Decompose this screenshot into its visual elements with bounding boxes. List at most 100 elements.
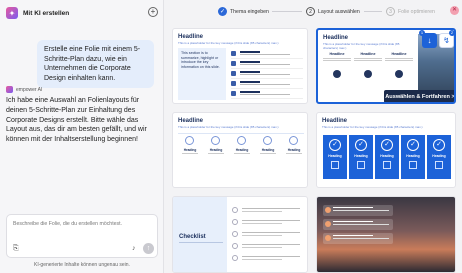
step-icon bbox=[395, 70, 403, 78]
step-choose-layout[interactable]: 2 Layout auswählen bbox=[306, 7, 360, 16]
gear-icon bbox=[263, 136, 272, 145]
caption: Heading bbox=[235, 148, 249, 152]
checklist-item bbox=[232, 255, 304, 262]
step-number: 3 bbox=[386, 7, 395, 16]
divider bbox=[178, 133, 304, 134]
layout-option-3[interactable]: Headline This is a placeholder for the k… bbox=[172, 112, 308, 188]
shield-icon bbox=[237, 136, 246, 145]
chat-header: ✦ Mit KI erstellen + bbox=[6, 6, 158, 20]
intro-text: This section is to summarize, highlight … bbox=[181, 51, 220, 69]
step-tile: ✓ Heading bbox=[427, 135, 451, 179]
select-continue-button[interactable]: Auswählen & Fortfahren > bbox=[384, 90, 454, 102]
assistant-message: Ich habe eine Auswahl an Folienlayouts f… bbox=[6, 97, 147, 144]
step-connector bbox=[364, 11, 382, 12]
tile-label: Heading bbox=[354, 154, 368, 158]
slide-headline: Headline bbox=[323, 35, 349, 41]
badge-number: 1 bbox=[419, 30, 425, 36]
step-tile: ✓ Heading bbox=[349, 135, 373, 179]
assistant-name: empower AI bbox=[16, 86, 43, 93]
column-heading: Headline bbox=[360, 52, 376, 56]
assistant-label: empower AI bbox=[6, 86, 42, 93]
text-box bbox=[323, 219, 393, 230]
intro-box: This section is to summarize, highlight … bbox=[178, 48, 226, 100]
step-tile: ✓ Heading bbox=[401, 135, 425, 179]
tile-label: Heading bbox=[406, 154, 420, 158]
close-button[interactable]: ✕ bbox=[450, 6, 459, 15]
step-number: 2 bbox=[306, 7, 315, 16]
wizard-stepper: ✓ Thema eingeben 2 Layout auswählen 3 Fo… bbox=[164, 0, 462, 22]
slide-headline: Headline bbox=[178, 34, 204, 40]
step-label: Folie optimieren bbox=[398, 8, 435, 15]
text-box bbox=[323, 205, 393, 216]
list-item bbox=[231, 89, 303, 99]
text-box bbox=[323, 233, 393, 244]
step-icon bbox=[364, 70, 372, 78]
column-heading: Headline bbox=[391, 52, 407, 56]
layout-option-1[interactable]: Headline This is a placeholder for the k… bbox=[172, 28, 308, 104]
check-icon: ✓ bbox=[329, 139, 341, 151]
tile-label: Heading bbox=[432, 154, 446, 158]
badge-number: 2 bbox=[449, 30, 454, 36]
check-icon: ✓ bbox=[355, 139, 367, 151]
attach-icon[interactable]: ⎘ bbox=[13, 245, 19, 253]
column: Headline bbox=[385, 52, 413, 61]
checklist-item bbox=[232, 243, 304, 250]
list-item bbox=[231, 59, 303, 69]
prompt-input[interactable]: Beschreibe die Folie, die du erstellen m… bbox=[6, 214, 158, 258]
slide-headline: Headline bbox=[322, 118, 348, 124]
step-label: Layout auswählen bbox=[318, 8, 360, 15]
column: Headline bbox=[323, 52, 351, 61]
slide-subtitle: This is a placeholder for the key messag… bbox=[178, 125, 279, 129]
tile-label: Heading bbox=[328, 154, 342, 158]
checklist-item bbox=[232, 231, 304, 238]
microphone-icon[interactable]: ♪ bbox=[132, 245, 136, 252]
check-icon: ✓ bbox=[218, 7, 227, 16]
step-label: Thema eingeben bbox=[230, 8, 269, 15]
column: Headline bbox=[354, 52, 382, 61]
download-icon[interactable]: ↓ bbox=[422, 33, 437, 48]
person-icon bbox=[211, 136, 220, 145]
check-icon: ✓ bbox=[433, 139, 445, 151]
caption: Heading bbox=[261, 148, 275, 152]
checklist-item bbox=[232, 219, 304, 226]
slide-subtitle: This is a placeholder for the key messag… bbox=[322, 125, 423, 129]
disclaimer: KI-generierte Inhalte können ungenau sei… bbox=[34, 262, 130, 268]
layout-option-2[interactable]: Headline This is a placeholder for the k… bbox=[316, 28, 456, 104]
new-chat-button[interactable]: + bbox=[148, 7, 158, 17]
check-icon: ✓ bbox=[407, 139, 419, 151]
layout-option-6[interactable] bbox=[316, 196, 456, 273]
layout-option-5[interactable]: Checklist bbox=[172, 196, 308, 273]
step-icon bbox=[333, 70, 341, 78]
list-item bbox=[231, 69, 303, 79]
tile-label: Heading bbox=[380, 154, 394, 158]
column-heading: Headline bbox=[329, 52, 345, 56]
prompt-placeholder: Beschreibe die Folie, die du erstellen m… bbox=[13, 221, 122, 227]
user-message: Erstelle eine Folie mit einem 5-Schritte… bbox=[37, 40, 154, 89]
panel-title: Mit KI erstellen bbox=[23, 9, 70, 17]
step-optimize-slide: 3 Folie optimieren bbox=[386, 7, 435, 16]
send-button[interactable]: ↑ bbox=[143, 243, 154, 254]
step-tile: ✓ Heading bbox=[375, 135, 399, 179]
step-tile: ✓ Heading bbox=[323, 135, 347, 179]
list-item bbox=[231, 49, 303, 59]
caption: Heading bbox=[287, 148, 301, 152]
checklist-panel: Checklist bbox=[173, 197, 227, 272]
slide-subtitle: This is a placeholder for the key messag… bbox=[323, 42, 400, 50]
list-item bbox=[231, 79, 303, 89]
caption: Heading bbox=[183, 148, 197, 152]
ai-logo-icon: ✦ bbox=[6, 7, 18, 19]
checklist-title: Checklist bbox=[179, 234, 206, 240]
step-connector bbox=[272, 11, 302, 12]
target-icon bbox=[185, 136, 194, 145]
step-enter-topic[interactable]: ✓ Thema eingeben bbox=[218, 7, 269, 16]
check-icon: ✓ bbox=[381, 139, 393, 151]
select-button-label: Auswählen & Fortfahren bbox=[385, 93, 450, 100]
slide-headline: Headline bbox=[178, 118, 204, 124]
ai-avatar-icon bbox=[6, 86, 13, 93]
chat-panel: ✦ Mit KI erstellen + Erstelle eine Folie… bbox=[0, 0, 164, 273]
caption: Heading bbox=[209, 148, 223, 152]
slide-subtitle: This is a placeholder for the key messag… bbox=[178, 41, 279, 45]
checklist-item bbox=[232, 207, 304, 214]
gauge-icon bbox=[289, 136, 298, 145]
layout-option-4[interactable]: Headline This is a placeholder for the k… bbox=[316, 112, 456, 188]
